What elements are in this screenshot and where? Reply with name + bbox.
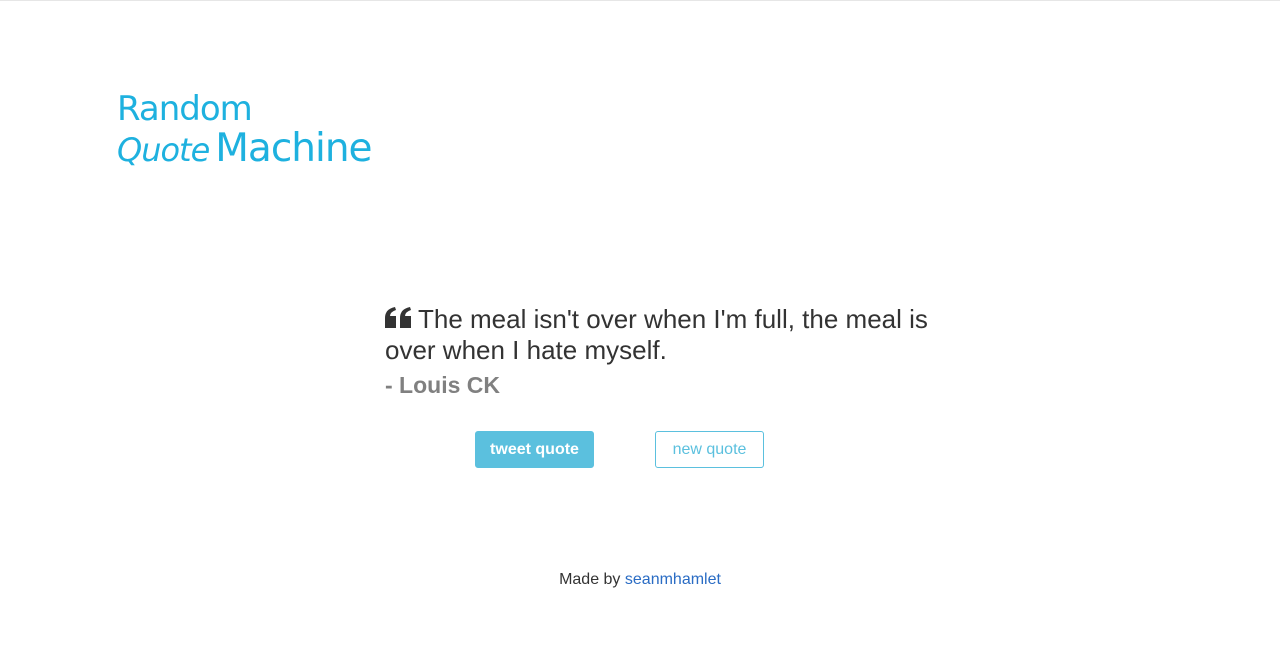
logo-word-quote: Quote [117,131,210,169]
footer: Made by seanmhamlet [0,571,1280,589]
new-quote-button[interactable]: new quote [655,431,764,468]
logo-word-random: Random [117,89,253,129]
logo-word-machine: Machine [215,126,372,171]
top-divider [0,0,1280,1]
quote-box: The meal isn't over when I'm full, the m… [385,304,960,399]
footer-made-by: Made by [559,571,621,588]
quote-text: The meal isn't over when I'm full, the m… [385,304,928,365]
logo-line-2: Quote Machine [117,126,373,171]
quote-paragraph: The meal isn't over when I'm full, the m… [385,304,960,366]
app-logo: Random Quote Machine [117,89,373,171]
tweet-quote-button[interactable]: tweet quote [475,431,594,468]
quote-author: - Louis CK [385,372,500,398]
author-link[interactable]: seanmhamlet [625,571,721,588]
quote-left-icon [385,304,412,335]
